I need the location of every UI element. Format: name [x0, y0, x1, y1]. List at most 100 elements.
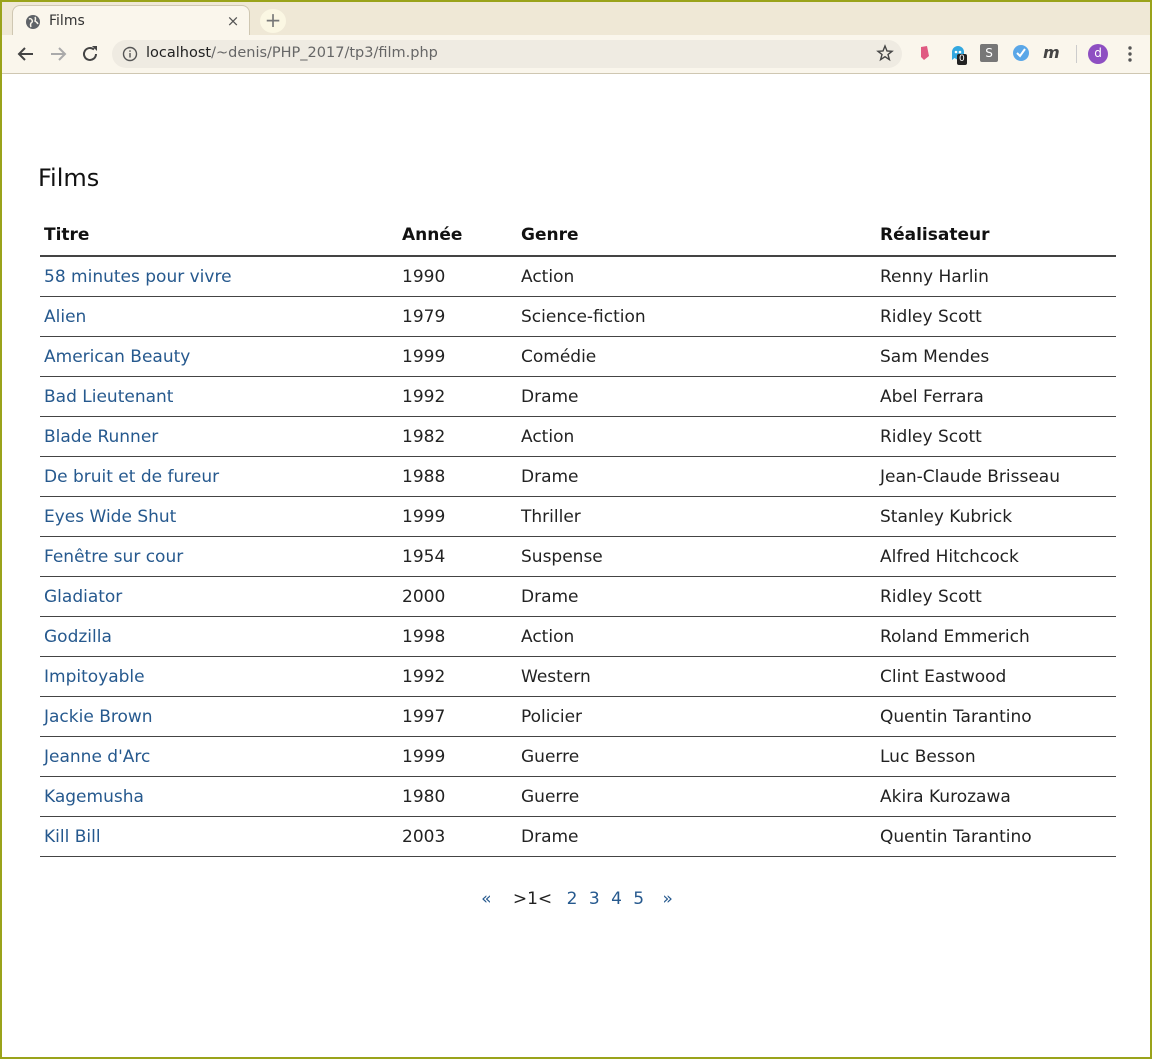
film-year: 1988: [398, 456, 517, 497]
film-director: Stanley Kubrick: [876, 496, 1116, 537]
film-genre: Action: [517, 256, 876, 297]
film-title-cell: Fenêtre sur cour: [40, 536, 398, 577]
reload-icon[interactable]: [79, 43, 101, 65]
extension-badge: 0: [957, 54, 967, 65]
film-genre: Guerre: [517, 736, 876, 777]
film-title-link[interactable]: Kagemusha: [44, 787, 144, 807]
film-genre: Western: [517, 656, 876, 697]
film-title-cell: American Beauty: [40, 336, 398, 377]
film-title-link[interactable]: Kill Bill: [44, 827, 101, 847]
table-row: Gladiator 2000 Drame Ridley Scott: [40, 576, 1116, 617]
film-director: Sam Mendes: [876, 336, 1116, 377]
film-year: 1997: [398, 696, 517, 737]
pagination-page-link[interactable]: 4: [611, 889, 622, 909]
film-genre: Drame: [517, 816, 876, 857]
film-title-cell: Eyes Wide Shut: [40, 496, 398, 537]
table-row: Godzilla 1998 Action Roland Emmerich: [40, 616, 1116, 657]
tab-title: Films: [49, 13, 85, 29]
film-director: Alfred Hitchcock: [876, 536, 1116, 577]
pagination-page-link[interactable]: 5: [633, 889, 644, 909]
film-title-link[interactable]: Impitoyable: [44, 667, 145, 687]
bookmark-star-icon[interactable]: [876, 44, 894, 62]
film-title-cell: De bruit et de fureur: [40, 456, 398, 497]
film-year: 1999: [398, 736, 517, 777]
film-title-cell: Impitoyable: [40, 656, 398, 697]
table-row: Jackie Brown 1997 Policier Quentin Taran…: [40, 696, 1116, 737]
film-genre: Thriller: [517, 496, 876, 537]
film-title-cell: Alien: [40, 296, 398, 337]
film-director: Ridley Scott: [876, 296, 1116, 337]
table-row: American Beauty 1999 Comédie Sam Mendes: [40, 336, 1116, 377]
back-arrow-icon[interactable]: [15, 43, 37, 65]
film-genre: Guerre: [517, 776, 876, 817]
film-title-link[interactable]: Godzilla: [44, 627, 112, 647]
film-director: Luc Besson: [876, 736, 1116, 777]
table-row: Alien 1979 Science-fiction Ridley Scott: [40, 296, 1116, 337]
pagination-page-link[interactable]: 2: [567, 889, 578, 909]
column-header-titre: Titre: [40, 214, 398, 257]
column-header-genre: Genre: [517, 214, 876, 257]
url-host: localhost: [146, 45, 212, 61]
film-director: Quentin Tarantino: [876, 816, 1116, 857]
film-title-link[interactable]: Gladiator: [44, 587, 122, 607]
table-row: Bad Lieutenant 1992 Drame Abel Ferrara: [40, 376, 1116, 417]
film-title-link[interactable]: Blade Runner: [44, 427, 158, 447]
url-text[interactable]: localhost/~denis/PHP_2017/tp3/film.php: [146, 45, 438, 61]
toolbar-divider: [1076, 45, 1077, 63]
film-year: 1998: [398, 616, 517, 657]
film-genre: Comédie: [517, 336, 876, 377]
film-year: 1992: [398, 376, 517, 417]
film-title-link[interactable]: Jackie Brown: [44, 707, 153, 727]
profile-avatar[interactable]: d: [1088, 44, 1108, 64]
browser-window: Films × + localhost/~denis/PHP_2017/tp3/…: [0, 0, 1152, 1059]
film-title-link[interactable]: Bad Lieutenant: [44, 387, 173, 407]
browser-toolbar: localhost/~denis/PHP_2017/tp3/film.php 0…: [2, 35, 1150, 74]
pink-extension-icon[interactable]: [916, 44, 934, 62]
film-director: Roland Emmerich: [876, 616, 1116, 657]
film-director: Renny Harlin: [876, 256, 1116, 297]
pagination-page-link[interactable]: 3: [589, 889, 600, 909]
film-title-link[interactable]: American Beauty: [44, 347, 190, 367]
pagination-last-link[interactable]: »: [663, 889, 673, 909]
table-row: 58 minutes pour vivre 1990 Action Renny …: [40, 256, 1116, 297]
film-title-cell: Godzilla: [40, 616, 398, 657]
film-title-link[interactable]: Fenêtre sur cour: [44, 547, 183, 567]
pagination-first-link[interactable]: «: [481, 889, 491, 909]
new-tab-button[interactable]: +: [260, 9, 286, 33]
s-extension-icon[interactable]: S: [980, 44, 998, 62]
film-year: 1979: [398, 296, 517, 337]
table-row: Blade Runner 1982 Action Ridley Scott: [40, 416, 1116, 457]
film-title-cell: Kagemusha: [40, 776, 398, 817]
film-title-link[interactable]: Eyes Wide Shut: [44, 507, 176, 527]
forward-arrow-icon[interactable]: [47, 43, 69, 65]
film-director: Abel Ferrara: [876, 376, 1116, 417]
film-year: 1980: [398, 776, 517, 817]
pagination: « >1< 2 3 4 5 »: [38, 889, 1116, 909]
film-title-link[interactable]: Jeanne d'Arc: [44, 747, 150, 767]
film-title-cell: Bad Lieutenant: [40, 376, 398, 417]
table-row: Kagemusha 1980 Guerre Akira Kurozawa: [40, 776, 1116, 817]
film-genre: Drame: [517, 376, 876, 417]
film-title-link[interactable]: De bruit et de fureur: [44, 467, 219, 487]
film-year: 1982: [398, 416, 517, 457]
film-genre: Policier: [517, 696, 876, 737]
tab-films[interactable]: Films ×: [12, 5, 250, 37]
check-extension-icon[interactable]: [1012, 44, 1030, 62]
film-title-cell: Gladiator: [40, 576, 398, 617]
film-genre: Action: [517, 416, 876, 457]
film-director: Ridley Scott: [876, 416, 1116, 457]
address-bar[interactable]: localhost/~denis/PHP_2017/tp3/film.php: [112, 40, 902, 68]
film-director: Quentin Tarantino: [876, 696, 1116, 737]
film-title-link[interactable]: 58 minutes pour vivre: [44, 267, 232, 287]
close-tab-icon[interactable]: ×: [225, 12, 241, 30]
film-year: 1990: [398, 256, 517, 297]
film-title-link[interactable]: Alien: [44, 307, 86, 327]
m-extension-icon[interactable]: m: [1043, 44, 1061, 62]
ghostery-extension-icon[interactable]: 0: [949, 44, 967, 65]
info-icon[interactable]: [122, 46, 138, 62]
film-genre: Science-fiction: [517, 296, 876, 337]
table-header-row: Titre Année Genre Réalisateur: [40, 214, 1116, 257]
film-year: 2003: [398, 816, 517, 857]
url-path: /~denis/PHP_2017/tp3/film.php: [211, 45, 438, 61]
menu-kebab-icon[interactable]: [1122, 44, 1138, 64]
